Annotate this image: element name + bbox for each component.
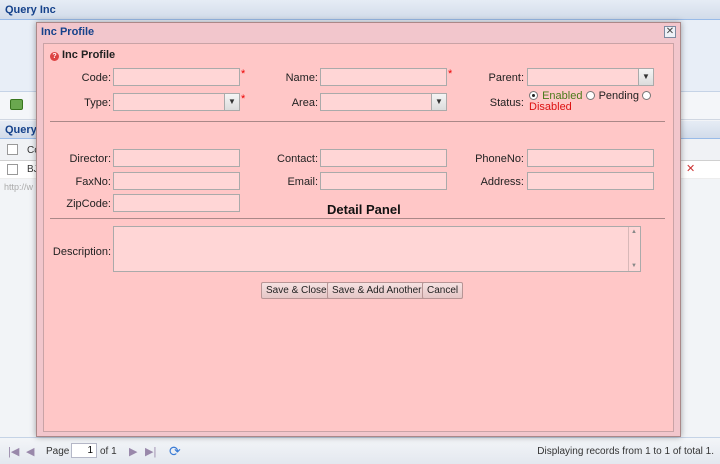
dialog-title: Inc Profile	[41, 26, 95, 38]
chevron-down-icon[interactable]: ▼	[431, 94, 446, 110]
app-title-bar: Query Inc	[0, 0, 720, 20]
faxno-label: FaxNo:	[75, 176, 111, 188]
close-icon[interactable]: ✕	[664, 26, 676, 38]
chevron-down-icon[interactable]: ▼	[638, 69, 653, 85]
address-label: Address:	[480, 176, 524, 188]
help-circle-icon[interactable]: ?	[50, 52, 59, 61]
first-page-icon[interactable]: |◀	[8, 445, 19, 458]
refresh-icon[interactable]: ⟳	[169, 443, 181, 460]
page-label: Page	[46, 446, 70, 457]
name-required-mark: *	[448, 68, 453, 80]
zipcode-label: ZipCode:	[66, 198, 111, 210]
dialog-header: Inc Profile ✕	[37, 23, 680, 41]
status-radio-group: Enabled Pending Disabled	[529, 91, 669, 113]
parent-select[interactable]: ▼	[527, 68, 654, 86]
prev-page-icon[interactable]: ◀	[26, 445, 34, 458]
phoneno-label: PhoneNo:	[475, 153, 524, 165]
dialog-body: ? Inc Profile Code: * Name: * Parent: ▼ T…	[43, 43, 674, 432]
cancel-button[interactable]: Cancel	[422, 282, 464, 299]
type-select[interactable]: ▼	[113, 93, 240, 111]
email-input[interactable]	[320, 172, 447, 190]
add-record-icon[interactable]	[10, 99, 23, 110]
save-add-another-button[interactable]: Save & Add Another	[327, 282, 427, 299]
type-label: Type:	[84, 97, 111, 109]
contact-label: Contact:	[277, 153, 318, 165]
grid-title: Query	[5, 124, 37, 136]
code-label: Code:	[81, 72, 111, 84]
status-label: Status:	[489, 97, 524, 109]
status-option-pending[interactable]: Pending	[599, 90, 639, 102]
chevron-down-icon[interactable]: ▼	[224, 94, 239, 110]
parent-label: Parent:	[488, 72, 524, 84]
name-input[interactable]	[320, 68, 447, 86]
zipcode-input[interactable]	[113, 194, 240, 212]
email-label: Email:	[287, 176, 318, 188]
section-divider	[50, 121, 665, 122]
description-label: Description:	[52, 246, 111, 258]
contact-input[interactable]	[320, 149, 447, 167]
section-divider	[50, 218, 665, 219]
app-title: Query Inc	[5, 4, 56, 16]
status-option-disabled[interactable]: Disabled	[529, 101, 572, 113]
status-radio-pending[interactable]	[585, 91, 595, 100]
director-label: Director:	[69, 153, 111, 165]
address-input[interactable]	[527, 172, 654, 190]
name-label: Name:	[285, 72, 318, 84]
section-header[interactable]: ? Inc Profile	[50, 49, 115, 61]
director-input[interactable]	[113, 149, 240, 167]
scroll-down-icon[interactable]: ▼	[631, 263, 637, 269]
area-label: Area:	[291, 97, 318, 109]
faxno-input[interactable]	[113, 172, 240, 190]
page-number-input[interactable]	[71, 443, 97, 458]
area-select[interactable]: ▼	[320, 93, 447, 111]
code-required-mark: *	[241, 68, 246, 80]
records-display-text: Displaying records from 1 to 1 of total …	[537, 446, 714, 457]
section-title: Inc Profile	[62, 49, 116, 61]
save-close-button[interactable]: Save & Close	[261, 282, 332, 299]
status-radio-disabled[interactable]	[642, 91, 651, 100]
code-input[interactable]	[113, 68, 240, 86]
select-all-checkbox[interactable]	[7, 144, 18, 155]
next-page-icon[interactable]: ▶	[129, 445, 137, 458]
pagination-bar: |◀ ◀ Page of 1 ▶ ▶| ⟳ Displaying records…	[0, 437, 720, 464]
description-scrollbar[interactable]: ▲ ▼	[628, 227, 640, 271]
description-textarea[interactable]: ▲ ▼	[113, 226, 641, 272]
last-page-icon[interactable]: ▶|	[145, 445, 156, 458]
row-checkbox[interactable]	[7, 164, 18, 175]
status-radio-enabled[interactable]	[529, 91, 538, 100]
type-required-mark: *	[241, 93, 246, 105]
phoneno-input[interactable]	[527, 149, 654, 167]
scroll-up-icon[interactable]: ▲	[631, 229, 637, 235]
inc-profile-dialog: Inc Profile ✕ ? Inc Profile Code: * Name:…	[36, 22, 681, 437]
detail-panel-title: Detail Panel	[327, 202, 401, 217]
page-total-label: of 1	[100, 446, 117, 457]
row-url-text: http://w	[4, 182, 34, 192]
delete-row-icon[interactable]: ✕	[686, 163, 698, 175]
